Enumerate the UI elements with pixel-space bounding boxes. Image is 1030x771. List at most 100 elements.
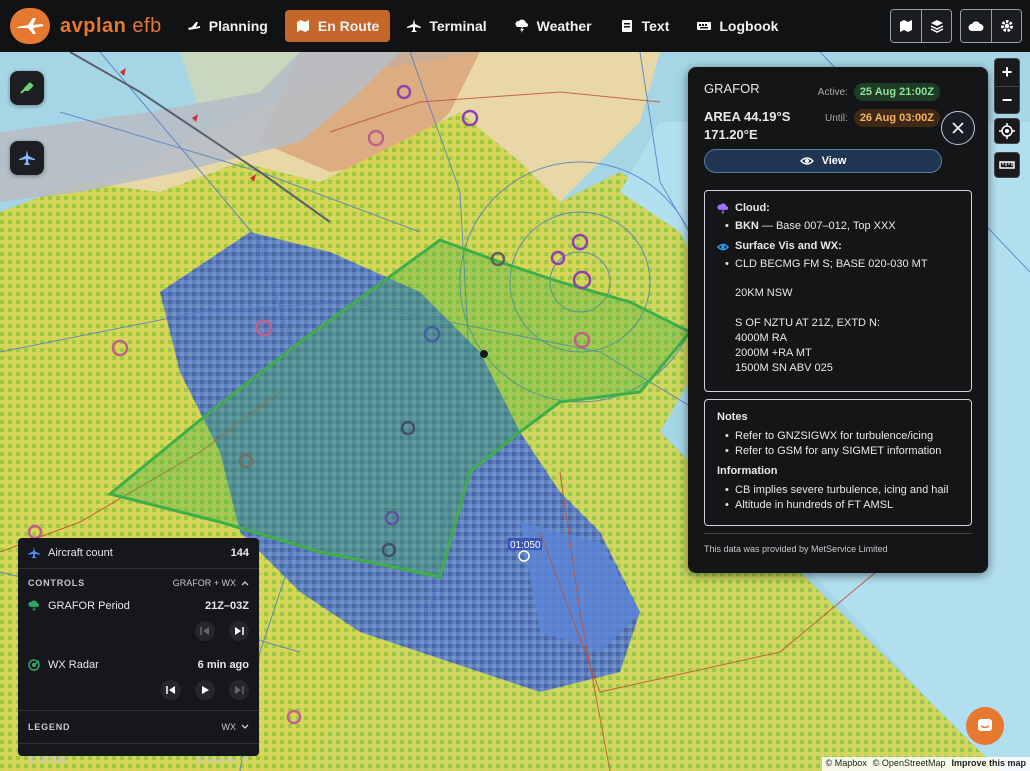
gear-icon bbox=[1000, 20, 1013, 32]
radar-prev-button[interactable] bbox=[161, 680, 181, 700]
skip-forward-icon bbox=[235, 627, 244, 635]
chevron-down-icon bbox=[241, 757, 249, 762]
notes-heading: Notes bbox=[717, 411, 748, 423]
cloud-lightning-icon bbox=[515, 19, 528, 33]
eye-icon bbox=[717, 243, 729, 250]
note-item: Refer to GSM for any SIGMET information bbox=[725, 444, 959, 459]
layers-button[interactable] bbox=[921, 10, 951, 42]
radar-controls bbox=[18, 680, 259, 702]
cloud-heading: Cloud: bbox=[717, 201, 959, 216]
close-panel-button[interactable] bbox=[941, 111, 975, 145]
plane-takeoff-icon bbox=[187, 22, 200, 30]
active-time-badge: 25 Aug 21:00Z bbox=[853, 83, 940, 101]
map-icon bbox=[296, 20, 309, 32]
skip-back-icon bbox=[166, 686, 175, 694]
until-time-badge: 26 Aug 03:00Z bbox=[853, 109, 940, 127]
grafor-prev-button[interactable] bbox=[195, 621, 215, 641]
logo-plane-icon bbox=[10, 8, 50, 44]
logo-text: avplan efb bbox=[60, 14, 162, 37]
wx-radar-row: WX Radar 6 min ago bbox=[18, 656, 259, 674]
nav-text[interactable]: Text bbox=[609, 10, 681, 42]
grafor-panel: GRAFOR AREA 44.19°S 171.20°E Active: 25 … bbox=[688, 67, 988, 573]
osm-link[interactable]: © OpenStreetMap bbox=[873, 758, 946, 768]
until-label: Until: bbox=[825, 112, 848, 124]
aircraft-count: 144 bbox=[230, 547, 249, 559]
controls-section-header[interactable]: CONTROLS GRAFOR + WX bbox=[18, 569, 259, 597]
plane-icon bbox=[19, 150, 35, 165]
layers-icon bbox=[930, 20, 943, 33]
grafor-period-value: 21Z–03Z bbox=[204, 600, 249, 612]
settings-button[interactable] bbox=[991, 10, 1021, 42]
info-heading: Information bbox=[717, 465, 778, 477]
app-logo[interactable]: avplan efb bbox=[10, 8, 162, 44]
info-item: CB implies severe turbulence, icing and … bbox=[725, 483, 959, 498]
active-label: Active: bbox=[817, 86, 848, 98]
ruler-button[interactable] bbox=[994, 152, 1020, 178]
radar-icon bbox=[28, 659, 40, 671]
cloud-lightning-icon bbox=[28, 600, 40, 612]
nav-logbook[interactable]: Logbook bbox=[686, 10, 789, 42]
main-nav: Planning En Route Terminal Weather Text … bbox=[176, 10, 790, 42]
nav-weather[interactable]: Weather bbox=[504, 10, 603, 42]
improve-map-link[interactable]: Improve this map bbox=[951, 758, 1026, 768]
support-chat-button[interactable] bbox=[966, 707, 1004, 745]
chat-icon bbox=[978, 719, 992, 731]
zoom-in-button[interactable]: + bbox=[995, 59, 1019, 86]
top-bar: avplan efb Planning En Route Terminal We… bbox=[0, 0, 1030, 52]
cloud-lightning-icon bbox=[717, 203, 729, 215]
wx-radar-value: 6 min ago bbox=[197, 659, 249, 671]
info-item: Altitude in hundreds of FT AMSL bbox=[725, 498, 959, 513]
play-icon bbox=[202, 686, 209, 694]
map-style-button[interactable] bbox=[891, 10, 921, 42]
vis-heading: Surface Vis and WX: bbox=[717, 239, 959, 254]
cloud-icon bbox=[968, 21, 984, 31]
nav-en-route[interactable]: En Route bbox=[284, 10, 391, 42]
vis-item: CLD BECMG FM S; BASE 020-030 MT bbox=[725, 257, 959, 272]
map-icon bbox=[900, 20, 912, 32]
panel-divider bbox=[704, 533, 972, 534]
notes-box: Notes Refer to GNZSIGWX for turbulence/i… bbox=[704, 399, 972, 526]
nav-planning[interactable]: Planning bbox=[176, 10, 279, 42]
ruler-icon bbox=[999, 161, 1015, 169]
eye-icon bbox=[799, 157, 814, 165]
chevron-down-icon bbox=[241, 724, 249, 729]
locate-button[interactable] bbox=[994, 118, 1020, 144]
plane-icon bbox=[407, 19, 422, 32]
skip-back-icon bbox=[200, 627, 209, 635]
skip-forward-icon bbox=[235, 686, 244, 694]
map-label: 01:050 bbox=[510, 540, 541, 551]
map-attribution: © Mapbox © OpenStreetMap Improve this map bbox=[821, 757, 1030, 771]
grafor-controls bbox=[18, 621, 259, 643]
aircraft-button[interactable] bbox=[10, 141, 44, 175]
plane-icon bbox=[28, 547, 40, 559]
zoom-controls: + − bbox=[994, 58, 1020, 114]
document-icon bbox=[621, 20, 632, 32]
settings-group bbox=[960, 9, 1022, 43]
radar-play-button[interactable] bbox=[195, 680, 215, 700]
status-section-header[interactable]: STATUS 3 sources bbox=[18, 744, 259, 771]
map-layer-group bbox=[890, 9, 952, 43]
grafor-period-row: GRAFOR Period 21Z–03Z bbox=[18, 597, 259, 615]
keyboard-icon bbox=[697, 22, 712, 30]
nav-terminal[interactable]: Terminal bbox=[396, 10, 497, 42]
chevron-up-icon bbox=[241, 581, 249, 586]
cloud-button[interactable] bbox=[961, 10, 991, 42]
note-item: Refer to GNZSIGWX for turbulence/icing bbox=[725, 429, 959, 444]
validity-times: Active: 25 Aug 21:00Z Until: 26 Aug 03:0… bbox=[818, 83, 940, 135]
route-edit-icon bbox=[20, 82, 34, 94]
zoom-out-button[interactable]: − bbox=[995, 86, 1019, 113]
mapbox-link[interactable]: © Mapbox bbox=[826, 758, 867, 768]
radar-next-button[interactable] bbox=[229, 680, 249, 700]
crosshair-icon bbox=[999, 123, 1015, 139]
cloud-item: BKN — Base 007–012, Top XXX bbox=[725, 219, 959, 234]
map-controls-panel: Aircraft count 144 CONTROLS GRAFOR + WX … bbox=[18, 538, 259, 765]
close-icon bbox=[952, 122, 964, 134]
aircraft-count-row: Aircraft count 144 bbox=[18, 538, 259, 568]
grafor-next-button[interactable] bbox=[229, 621, 249, 641]
view-button[interactable]: View bbox=[704, 149, 942, 173]
legend-section-header[interactable]: LEGEND WX bbox=[18, 711, 259, 743]
forecast-box: Cloud: BKN — Base 007–012, Top XXX Surfa… bbox=[704, 190, 972, 392]
route-tool-button[interactable] bbox=[10, 71, 44, 105]
vis-detail: 20KM NSW S OF NZTU AT 21Z, EXTD N: 4000M… bbox=[735, 287, 881, 374]
data-credit: This data was provided by MetService Lim… bbox=[704, 544, 888, 554]
